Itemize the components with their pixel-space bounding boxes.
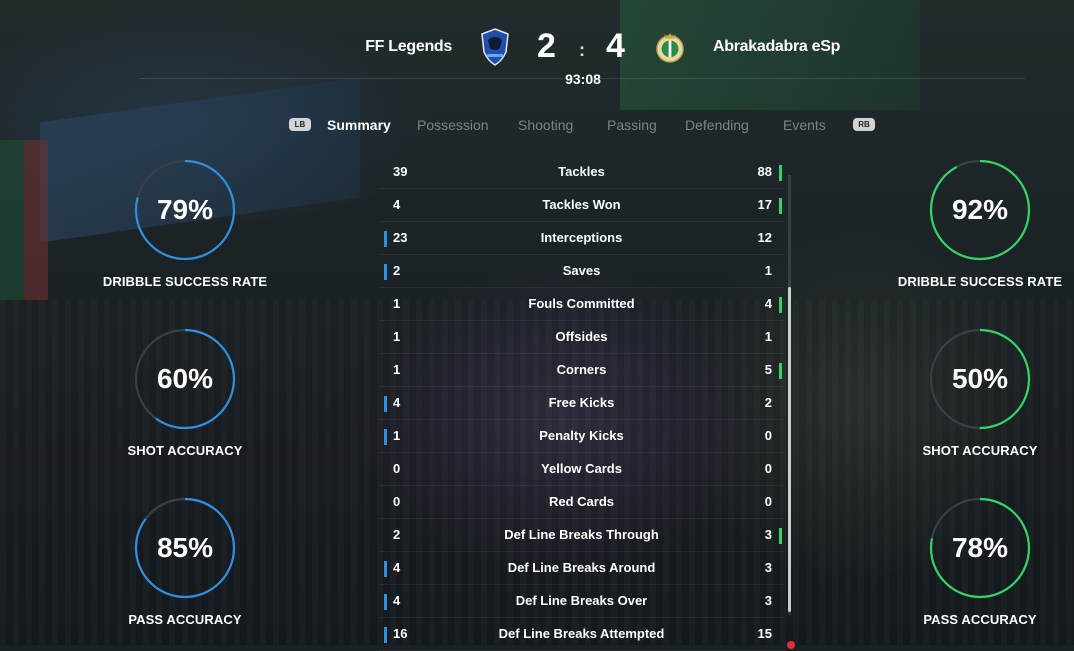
stat-row: 2 Saves 1 <box>379 255 784 288</box>
stat-name: Free Kicks <box>548 395 615 410</box>
stat-name: Tackles Won <box>542 197 621 212</box>
away-stat-value: 0 <box>764 461 772 476</box>
tab-possession[interactable]: Possession <box>417 117 489 133</box>
stat-row: 4 Tackles Won 17 <box>379 189 784 222</box>
ring-value: 85% <box>156 532 214 563</box>
stat-name: Def Line Breaks Over <box>515 593 648 608</box>
stat-row: 1 Offsides 1 <box>379 321 784 354</box>
ring-value: 50% <box>951 363 1009 394</box>
away-stat-value: 3 <box>764 527 772 542</box>
away-stat-value: 4 <box>764 296 772 311</box>
home-team-name: FF Legends <box>365 38 452 55</box>
ring-label: SHOT ACCURACY <box>922 443 1038 458</box>
notification-dot <box>787 641 795 649</box>
away-stat-value: 5 <box>764 362 772 377</box>
stat-row: 23 Interceptions 12 <box>379 222 784 255</box>
ring-label: PASS ACCURACY <box>128 612 242 627</box>
stat-name: Penalty Kicks <box>539 428 624 443</box>
away-stat-value: 1 <box>764 329 772 344</box>
home-stat-ring-0: 79% DRIBBLE SUCCESS RATE <box>85 159 285 289</box>
rb-button-icon[interactable]: RB <box>853 118 875 131</box>
stat-row: 1 Fouls Committed 4 <box>379 288 784 321</box>
match-clock: 93:08 <box>565 71 601 87</box>
stats-tab-bar: LB Summary Possession Shooting Passing D… <box>0 116 1074 138</box>
stats-scrollbar-thumb[interactable] <box>788 287 791 612</box>
lb-button-icon[interactable]: LB <box>289 118 311 131</box>
stat-name: Corners <box>556 362 607 377</box>
away-stat-value: 17 <box>757 197 772 212</box>
stat-row: 4 Free Kicks 2 <box>379 387 784 420</box>
home-score: 2 <box>537 27 556 65</box>
away-stat-value: 88 <box>757 164 772 179</box>
home-stat-ring-1: 60% SHOT ACCURACY <box>85 328 285 458</box>
stat-row: 39 Tackles 88 <box>379 156 784 189</box>
away-stat-value: 2 <box>764 395 772 410</box>
header-divider <box>140 78 1025 79</box>
tab-summary[interactable]: Summary <box>327 117 391 133</box>
score-separator: : <box>579 40 585 60</box>
stat-name: Red Cards <box>548 494 615 509</box>
stat-row: 2 Def Line Breaks Through 3 <box>379 519 784 552</box>
ring-label: DRIBBLE SUCCESS RATE <box>897 274 1063 289</box>
stat-name: Offsides <box>555 329 608 344</box>
away-stat-value: 15 <box>757 626 772 641</box>
away-stat-value: 0 <box>764 428 772 443</box>
away-stat-value: 3 <box>764 593 772 608</box>
stat-name: Fouls Committed <box>528 296 635 311</box>
stat-name: Def Line Breaks Around <box>507 560 656 575</box>
stat-row: 16 Def Line Breaks Attempted 15 <box>379 618 784 651</box>
ring-label: PASS ACCURACY <box>923 612 1037 627</box>
stat-row: 1 Corners 5 <box>379 354 784 387</box>
stat-row: 4 Def Line Breaks Around 3 <box>379 552 784 585</box>
away-score: 4 <box>606 27 625 65</box>
stat-name: Interceptions <box>540 230 623 245</box>
stat-row: 1 Penalty Kicks 0 <box>379 420 784 453</box>
stats-table: 39 Tackles 88 4 Tackles Won 17 23 Interceptions… <box>379 156 784 651</box>
stat-name: Tackles <box>558 164 605 179</box>
away-stat-ring-1: 50% SHOT ACCURACY <box>880 328 1074 458</box>
stat-name: Yellow Cards <box>541 461 622 476</box>
stat-name: Def Line Breaks Attempted <box>498 626 665 641</box>
tab-events[interactable]: Events <box>783 117 826 133</box>
away-stat-value: 1 <box>764 263 772 278</box>
away-team-name: Abrakadabra eSp <box>713 38 841 55</box>
stat-row: 0 Red Cards 0 <box>379 486 784 519</box>
away-stat-value: 0 <box>764 494 772 509</box>
away-stat-value: 12 <box>757 230 772 245</box>
home-club-crest-icon <box>481 28 509 66</box>
away-stat-ring-0: 92% DRIBBLE SUCCESS RATE <box>880 159 1074 289</box>
stat-name: Saves <box>562 263 601 278</box>
stat-row: 4 Def Line Breaks Over 3 <box>379 585 784 618</box>
away-stat-value: 3 <box>764 560 772 575</box>
home-stat-ring-2: 85% PASS ACCURACY <box>85 497 285 627</box>
stat-name: Def Line Breaks Through <box>504 527 659 542</box>
tab-passing[interactable]: Passing <box>607 117 657 133</box>
ring-label: DRIBBLE SUCCESS RATE <box>102 274 268 289</box>
ring-label: SHOT ACCURACY <box>127 443 243 458</box>
ring-value: 78% <box>951 532 1009 563</box>
ring-value: 92% <box>951 194 1009 225</box>
stat-row: 0 Yellow Cards 0 <box>379 453 784 486</box>
scoreboard-header: FF Legends 2 : 4 Abrakadabra eSp 93:08 <box>0 0 1074 100</box>
ring-value: 60% <box>156 363 214 394</box>
tab-shooting[interactable]: Shooting <box>518 117 573 133</box>
away-club-crest-icon <box>656 32 684 63</box>
ring-value: 79% <box>156 194 214 225</box>
away-stat-ring-2: 78% PASS ACCURACY <box>880 497 1074 627</box>
tab-defending[interactable]: Defending <box>685 117 749 133</box>
